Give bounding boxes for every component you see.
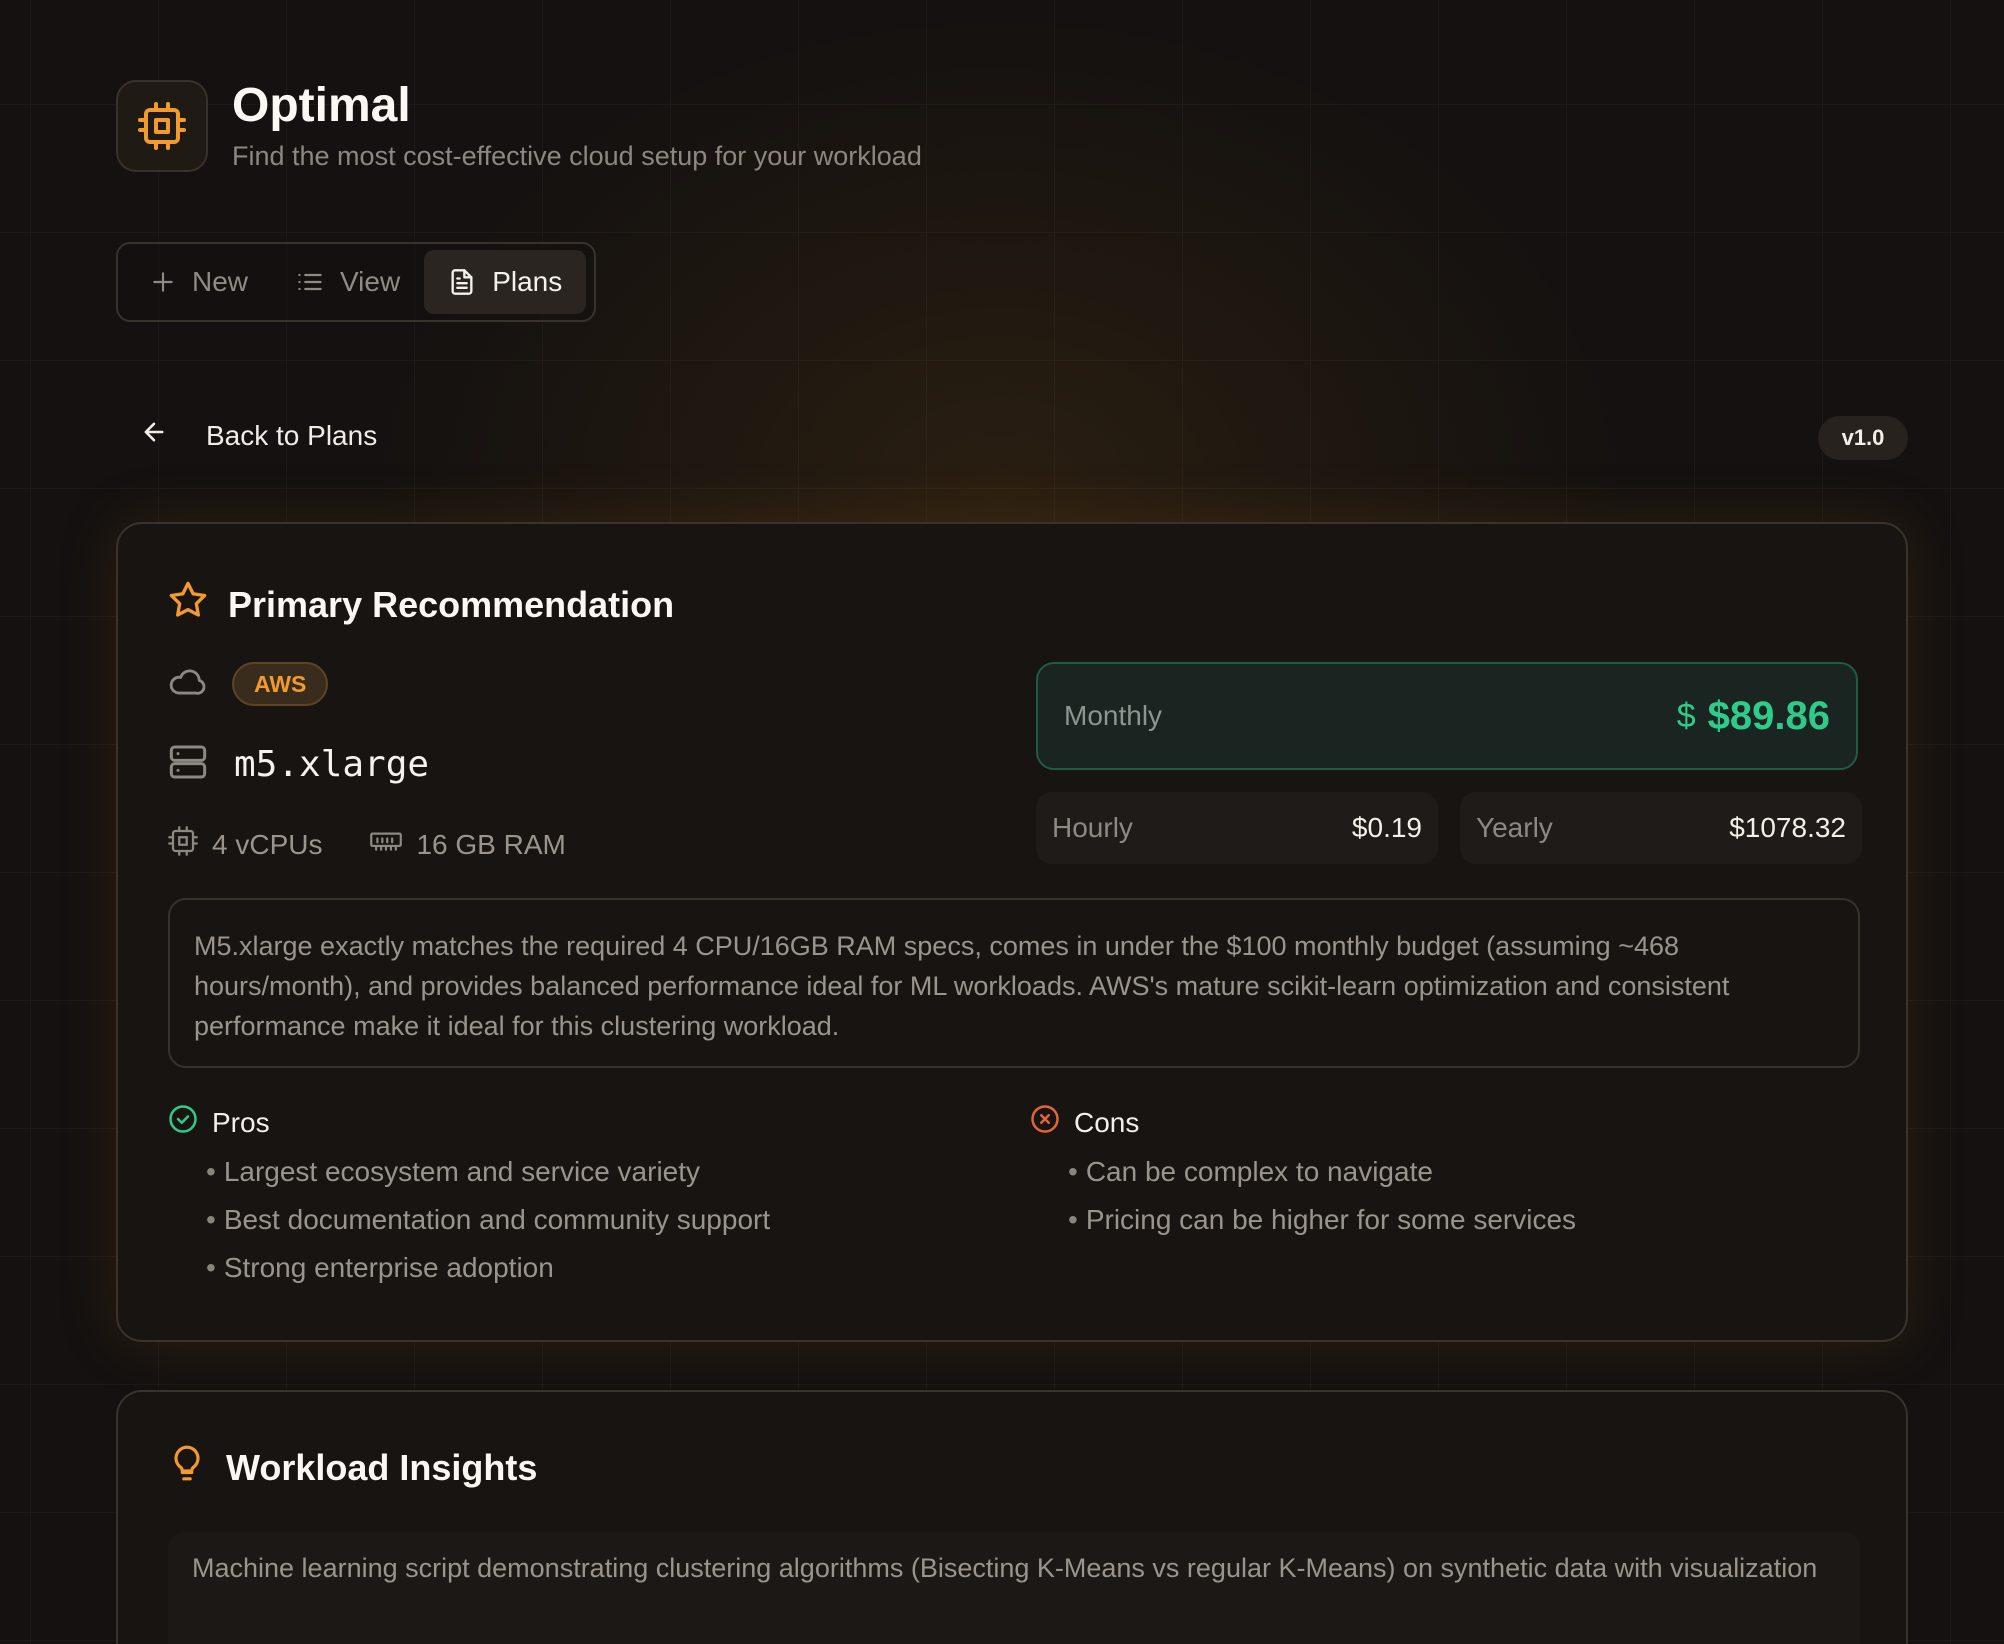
pros-heading: Pros (168, 1104, 270, 1141)
list-item: Strong enterprise adoption (206, 1244, 770, 1292)
arrow-left-icon (140, 418, 168, 453)
yearly-label: Yearly (1476, 812, 1553, 843)
plus-icon (150, 269, 176, 295)
pros-label: Pros (212, 1106, 270, 1138)
version-badge: v1.0 (1818, 416, 1908, 460)
app-subtitle: Find the most cost-effective cloud setup… (232, 140, 922, 171)
tab-plans-label: Plans (492, 266, 563, 297)
list-icon (296, 268, 324, 296)
x-circle-icon (1030, 1104, 1060, 1141)
dollar-icon: $ (1676, 696, 1696, 735)
app-title: Optimal (232, 79, 411, 133)
yearly-value: $1078.32 (1729, 812, 1846, 843)
tab-new-label: New (192, 266, 249, 297)
app-header: Optimal Find the most cost-effective clo… (116, 79, 922, 172)
hourly-value: $0.19 (1351, 812, 1422, 843)
cloud-icon (168, 667, 206, 702)
provider-badge: AWS (232, 662, 329, 706)
ram-amount: 16 GB RAM (416, 828, 566, 860)
cpu-icon (168, 826, 198, 863)
primary-recommendation-card: Primary Recommendation AWS m5.xlarge 4 v… (116, 522, 1908, 1342)
cons-heading: Cons (1030, 1104, 1139, 1141)
list-item: Largest ecosystem and service variety (206, 1148, 770, 1196)
monthly-value-group: $ $89.86 (1677, 694, 1830, 739)
insights-title: Workload Insights (226, 1446, 538, 1488)
server-icon (168, 742, 208, 787)
card-title: Primary Recommendation (228, 583, 675, 625)
monthly-price-panel: Monthly $ $89.86 (1036, 662, 1858, 770)
pros-list: Largest ecosystem and service variety Be… (206, 1148, 770, 1292)
instance-type: m5.xlarge (234, 744, 430, 785)
insights-text: Machine learning script demonstrating cl… (168, 1532, 1860, 1644)
card-heading: Primary Recommendation (168, 580, 674, 629)
provider-row: AWS (168, 662, 329, 706)
list-item: Best documentation and community support (206, 1196, 770, 1244)
recommendation-reasoning: M5.xlarge exactly matches the required 4… (168, 898, 1860, 1068)
cons-label: Cons (1074, 1106, 1140, 1138)
instance-row: m5.xlarge (168, 742, 429, 787)
insights-heading: Workload Insights (168, 1442, 537, 1493)
workload-insights-card: Workload Insights Machine learning scrip… (116, 1390, 1908, 1644)
tab-plans[interactable]: Plans (424, 250, 587, 314)
hourly-price-panel: Hourly $0.19 (1036, 792, 1438, 864)
check-circle-icon (168, 1104, 198, 1141)
tab-view[interactable]: View (272, 250, 424, 314)
back-to-plans-link[interactable]: Back to Plans (140, 418, 377, 453)
list-item: Can be complex to navigate (1068, 1148, 1576, 1196)
hourly-label: Hourly (1052, 812, 1133, 843)
monthly-value: $89.86 (1707, 693, 1830, 738)
monthly-label: Monthly (1064, 700, 1163, 731)
memory-icon (370, 828, 403, 861)
back-label: Back to Plans (206, 419, 378, 451)
cpu-logo-icon (116, 80, 208, 172)
cpu-count: 4 vCPUs (212, 828, 323, 860)
document-icon (448, 267, 476, 297)
spec-row: 4 vCPUs 16 GB RAM (168, 826, 566, 863)
cons-list: Can be complex to navigate Pricing can b… (1068, 1148, 1576, 1244)
tab-view-label: View (340, 266, 401, 297)
cpu-spec: 4 vCPUs (168, 826, 322, 863)
lightbulb-icon (168, 1442, 206, 1493)
main-tabs: New View Plans (116, 242, 597, 322)
list-item: Pricing can be higher for some services (1068, 1196, 1576, 1244)
star-icon (168, 580, 208, 629)
tab-new[interactable]: New (126, 250, 272, 314)
ram-spec: 16 GB RAM (370, 828, 566, 861)
yearly-price-panel: Yearly $1078.32 (1460, 792, 1862, 864)
